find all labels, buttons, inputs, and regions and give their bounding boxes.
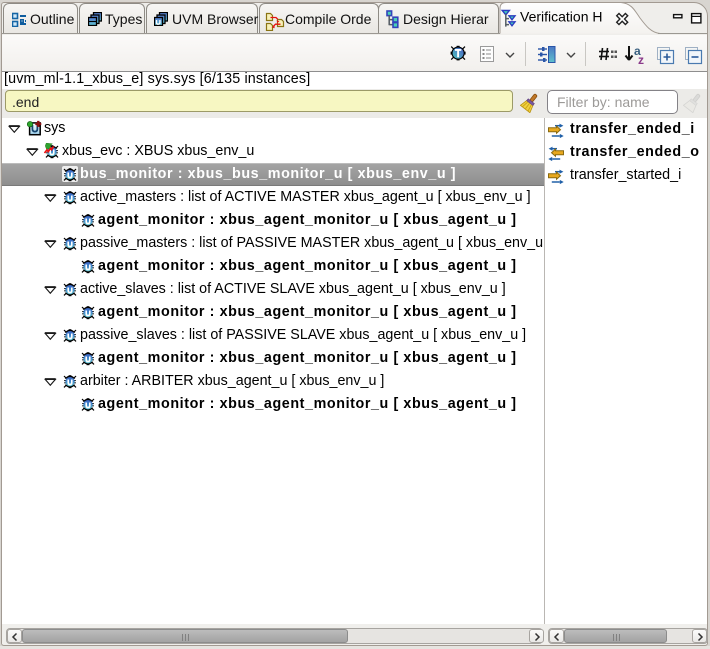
svg-text:z: z — [638, 53, 644, 66]
svg-text:Verification H: Verification H — [520, 9, 602, 25]
